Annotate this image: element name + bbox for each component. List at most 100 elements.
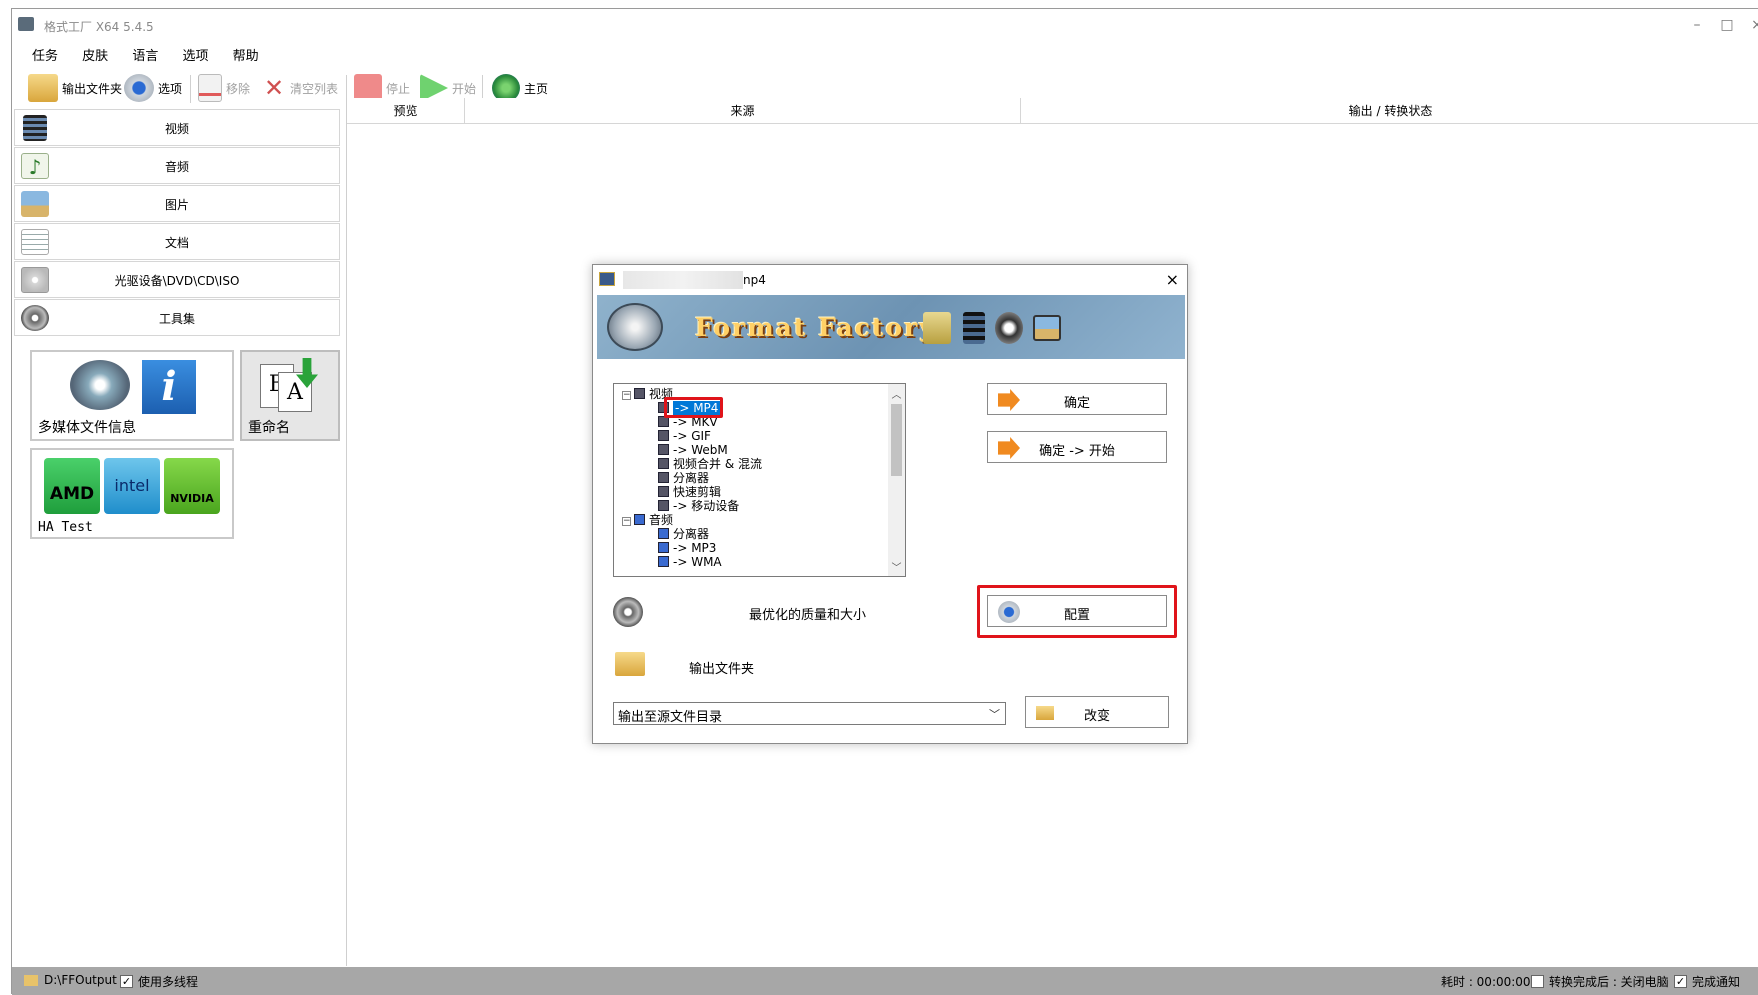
menu-language[interactable]: 语言 (132, 41, 158, 64)
sidebar: 视频 ♪ 音频 图片 文档 光驱设备\DVD\CD\ISO 工具集 i 多媒体文… (14, 109, 340, 969)
dialog-app-icon (599, 272, 615, 286)
rename-tool[interactable]: B A 重命名 (240, 350, 340, 441)
menu-bar: 任务 皮肤 语言 选项 帮助 (12, 41, 1758, 65)
multithread-toggle[interactable]: ✓ 使用多线程 (120, 973, 198, 990)
menu-task[interactable]: 任务 (32, 41, 58, 64)
folder-icon (24, 974, 38, 986)
output-folder-button[interactable]: 输出文件夹 (28, 73, 122, 103)
dialog-title-bar: np4 × (593, 265, 1187, 295)
video-format-icon (658, 472, 669, 483)
column-source[interactable]: 来源 (465, 98, 1021, 124)
multithread-checkbox[interactable]: ✓ (120, 975, 133, 988)
tree-node-video-splitter[interactable]: 分离器 (658, 471, 709, 486)
film-icon (963, 312, 985, 344)
video-format-icon (658, 458, 669, 469)
close-button[interactable]: × (1742, 15, 1758, 35)
audio-format-icon (658, 542, 669, 553)
scroll-down-icon[interactable]: ﹀ (888, 559, 905, 574)
clear-x-icon: ✕ (263, 74, 285, 102)
tree-node-audio-splitter[interactable]: 分离器 (658, 527, 709, 542)
speaker-icon (995, 312, 1023, 344)
banner-text: Format Factory (695, 313, 936, 342)
info-icon: i (142, 360, 196, 414)
config-highlight-box (977, 585, 1177, 638)
nvidia-logo: NVIDIA (164, 458, 220, 514)
shutdown-checkbox[interactable] (1531, 975, 1544, 988)
video-format-icon (658, 486, 669, 497)
dialog-close-icon[interactable]: × (1166, 270, 1179, 289)
tree-node-wma[interactable]: -> WMA (658, 555, 722, 570)
tree-node-video-merge[interactable]: 视频合并 & 混流 (658, 457, 762, 472)
category-document[interactable]: 文档 (14, 223, 340, 260)
ha-test-tool[interactable]: AMD intel NVIDIA HA Test (30, 448, 234, 539)
column-output-status[interactable]: 输出 / 转换状态 (1021, 98, 1758, 124)
output-path[interactable]: D:\FFOutput (24, 973, 117, 987)
category-disc[interactable]: 光驱设备\DVD\CD\ISO (14, 261, 340, 298)
column-preview[interactable]: 预览 (347, 98, 465, 124)
scroll-up-icon[interactable]: ︿ (888, 386, 905, 401)
tree-node-quick-clip[interactable]: 快速剪辑 (658, 485, 721, 500)
dialog-title: np4 (743, 273, 766, 287)
tree-node-audio[interactable]: − 音频 (622, 513, 673, 528)
elapsed-time: 耗时 : 00:00:00 (1441, 975, 1531, 989)
format-tree[interactable]: − 视频 -> MP4 -> MKV -> GIF -> WebM 视频合并 & … (613, 383, 906, 577)
category-picture[interactable]: 图片 (14, 185, 340, 222)
video-format-icon (658, 430, 669, 441)
tree-node-mobile[interactable]: -> 移动设备 (658, 499, 739, 514)
remove-button[interactable]: 移除 (198, 73, 250, 103)
tree-node-webm[interactable]: -> WebM (658, 443, 728, 458)
title-bar: 格式工厂 X64 5.4.5 – □ × (12, 9, 1758, 39)
app-icon (18, 17, 34, 31)
output-location-select[interactable]: 输出至源文件目录 ﹀ (613, 702, 1006, 725)
media-info-tool[interactable]: i 多媒体文件信息 (30, 350, 234, 441)
video-node-icon (634, 388, 645, 399)
remove-icon (198, 74, 222, 102)
category-audio[interactable]: ♪ 音频 (14, 147, 340, 184)
category-video[interactable]: 视频 (14, 109, 340, 146)
rename-icon: B A (260, 358, 318, 414)
quality-label: 最优化的质量和大小 (749, 608, 867, 623)
audio-format-icon (658, 556, 669, 567)
maximize-button[interactable]: □ (1712, 15, 1742, 35)
video-format-icon (658, 444, 669, 455)
notify-checkbox[interactable]: ✓ (1674, 975, 1687, 988)
folder-icon (28, 74, 58, 102)
notify-toggle[interactable]: ✓ 完成通知 (1674, 973, 1740, 990)
video-format-icon (658, 500, 669, 511)
format-factory-banner: Format Factory (597, 295, 1185, 359)
audio-format-icon (658, 528, 669, 539)
tree-node-gif[interactable]: -> GIF (658, 429, 711, 444)
output-folder-label: 输出文件夹 (689, 662, 755, 677)
status-bar: D:\FFOutput ✓ 使用多线程 耗时 : 00:00:00 转换完成后 … (12, 967, 1758, 995)
media-disc-icon (70, 360, 130, 410)
gear-icon (124, 74, 154, 102)
shutdown-toggle[interactable]: 转换完成后 : 关闭电脑 (1531, 973, 1669, 990)
ok-button[interactable]: 确定 (987, 383, 1167, 415)
collapse-icon[interactable]: − (622, 391, 631, 400)
menu-options[interactable]: 选项 (182, 41, 208, 64)
change-button[interactable]: 改变 (1025, 696, 1169, 728)
menu-skin[interactable]: 皮肤 (82, 41, 108, 64)
collapse-icon[interactable]: − (622, 517, 631, 526)
menu-help[interactable]: 帮助 (233, 41, 259, 64)
category-tools[interactable]: 工具集 (14, 299, 340, 336)
window-title: 格式工厂 X64 5.4.5 (44, 20, 154, 34)
toolbar-divider (190, 75, 191, 103)
document-icon (923, 312, 951, 344)
folder-icon (615, 652, 645, 676)
options-button[interactable]: 选项 (124, 73, 182, 103)
clear-list-button[interactable]: ✕ 清空列表 (262, 73, 338, 103)
scroll-thumb[interactable] (891, 404, 902, 476)
amd-logo: AMD (44, 458, 100, 514)
audio-node-icon (634, 514, 645, 525)
film-reel-icon (613, 597, 643, 627)
ok-start-button[interactable]: 确定 -> 开始 (987, 431, 1167, 463)
intel-logo: intel (104, 458, 160, 514)
tree-node-mp3[interactable]: -> MP3 (658, 541, 716, 556)
mp4-highlight-box (664, 397, 723, 418)
chevron-down-icon: ﹀ (989, 708, 1000, 721)
convert-settings-dialog: np4 × Format Factory − 视频 -> MP4 -> MKV -… (592, 264, 1188, 744)
minimize-button[interactable]: – (1682, 15, 1712, 35)
picture-icon (1033, 315, 1061, 341)
tree-scrollbar[interactable]: ︿ ﹀ (888, 384, 905, 576)
